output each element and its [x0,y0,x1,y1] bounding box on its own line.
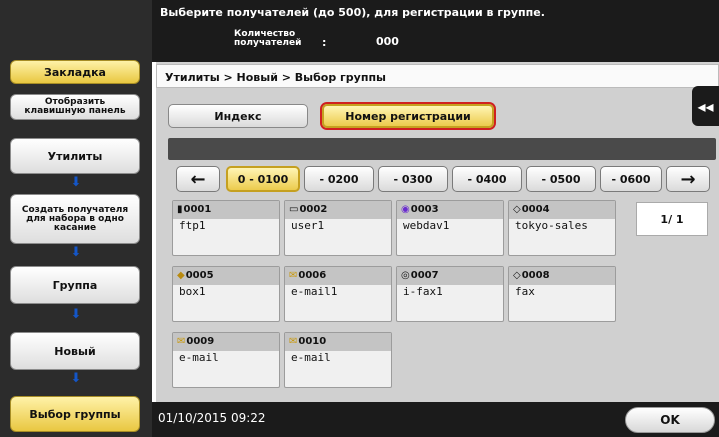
range-0400[interactable]: - 0400 [452,166,522,192]
smb-icon: ◇ [513,204,521,215]
nav-select-group[interactable]: Выбор группы [10,396,140,432]
range-0500[interactable]: - 0500 [526,166,596,192]
destination-name: user1 [291,219,325,232]
destination-name: tokyo-sales [515,219,588,232]
destination-0009[interactable]: ✉0009 e-mail [172,332,280,388]
destination-0005[interactable]: ◆0005 box1 [172,266,280,322]
page-indicator: 1/ 1 [636,202,708,236]
recipient-count-label: Количество получателей [234,29,302,48]
email-icon: ✉ [177,336,186,347]
breadcrumb: Утилиты > Новый > Выбор группы [156,64,719,88]
nav-group[interactable]: Группа [10,266,140,304]
tab-registration-number[interactable]: Номер регистрации [322,104,494,128]
ifax-icon: ◎ [401,270,410,281]
user-box-icon: ▭ [289,204,299,215]
colon-separator: : [322,36,327,49]
nav-new[interactable]: Новый [10,332,140,370]
selected-destinations-bar [168,138,716,160]
destination-0004[interactable]: ◇0004 tokyo-sales [508,200,616,256]
destination-name: fax [515,285,535,298]
destination-number: 0003 [410,204,439,215]
tab-index[interactable]: Индекс [168,104,308,128]
ftp-icon: ▮ [177,204,183,215]
destination-name: i-fax1 [403,285,443,298]
destination-number: 0009 [186,336,215,347]
range-0200[interactable]: - 0200 [304,166,374,192]
screen: Закладка Отобразить клавишную панель Ути… [0,0,719,437]
main-panel: Утилиты > Новый > Выбор группы Индекс Но… [156,62,719,402]
destination-name: e-mail1 [291,285,338,298]
footer-bar: 01/10/2015 09:22 OK [152,402,719,437]
show-keypad-button[interactable]: Отобразить клавишную панель [10,94,140,120]
destination-0006[interactable]: ✉0006 e-mail1 [284,266,392,322]
nav-create-recipient[interactable]: Создать получателя для набора в одно кас… [10,194,140,244]
destination-name: ftp1 [179,219,206,232]
destination-0002[interactable]: ▭0002 user1 [284,200,392,256]
fax-icon: ◇ [513,270,521,281]
destination-name: box1 [179,285,206,298]
range-0600[interactable]: - 0600 [600,166,662,192]
webdav-icon: ◉ [401,204,410,215]
destination-0010[interactable]: ✉0010 e-mail [284,332,392,388]
left-panel: Закладка Отобразить клавишную панель Ути… [0,0,152,437]
range-0300[interactable]: - 0300 [378,166,448,192]
arrow-down-icon: ⬇ [70,175,82,190]
destination-number: 0008 [521,270,550,281]
destination-0003[interactable]: ◉0003 webdav1 [396,200,504,256]
destination-number: 0002 [299,204,328,215]
destination-name: e-mail [291,351,331,364]
destination-number: 0007 [410,270,439,281]
box-icon: ◆ [177,270,185,281]
bookmark-button[interactable]: Закладка [10,60,140,84]
email-icon: ✉ [289,270,298,281]
nav-utilities[interactable]: Утилиты [10,138,140,174]
destination-number: 0001 [183,204,212,215]
destination-number: 0004 [521,204,550,215]
side-panel-toggle-icon[interactable]: ◂◂ [692,86,719,126]
destination-number: 0006 [298,270,327,281]
destination-name: e-mail [179,351,219,364]
instruction-message: Выберите получателей (до 500), для регис… [160,6,545,19]
destination-0007[interactable]: ◎0007 i-fax1 [396,266,504,322]
destination-name: webdav1 [403,219,450,232]
arrow-down-icon: ⬇ [70,371,82,386]
destination-0008[interactable]: ◇0008 fax [508,266,616,322]
arrow-down-icon: ⬇ [70,307,82,322]
recipient-count-value: 000 [376,35,399,48]
email-icon: ✉ [289,336,298,347]
range-0-0100[interactable]: 0 - 0100 [226,166,300,192]
arrow-down-icon: ⬇ [70,245,82,260]
destination-number: 0010 [298,336,327,347]
datetime: 01/10/2015 09:22 [158,411,266,425]
destination-number: 0005 [185,270,214,281]
header: Выберите получателей (до 500), для регис… [152,0,719,62]
range-prev-button[interactable]: ← [176,166,220,192]
destination-0001[interactable]: ▮0001 ftp1 [172,200,280,256]
range-next-button[interactable]: → [666,166,710,192]
ok-button[interactable]: OK [625,407,715,433]
